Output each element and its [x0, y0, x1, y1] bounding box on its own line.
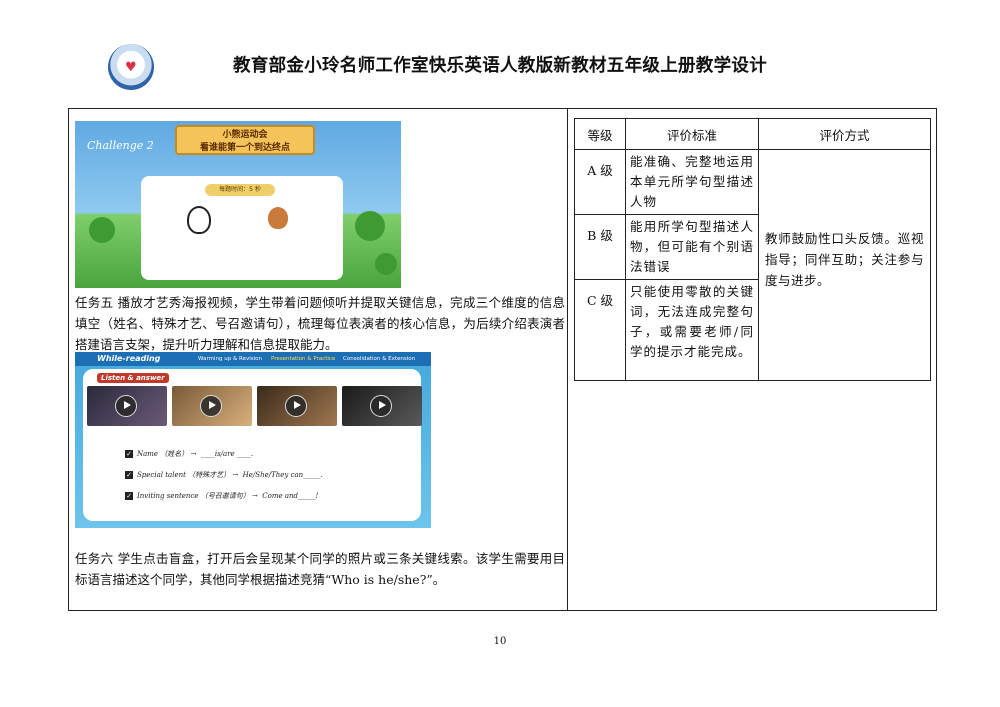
level-cell: C 级: [574, 279, 626, 381]
play-icon[interactable]: [115, 395, 137, 417]
document-title: 教育部金小玲名师工作室快乐英语人教版新教材五年级上册教学设计: [233, 56, 767, 76]
section-label: Listen & answer: [97, 373, 169, 383]
slide-bear-sports-meet: Challenge 2 小熊运动会 看谁能第一个到达终点 每题时间：5 秒: [75, 121, 401, 288]
play-icon[interactable]: [370, 395, 392, 417]
nav-item-active: Presentation & Practice: [271, 356, 336, 362]
checkbox-icon: ✓: [125, 450, 133, 458]
method-cell: 教师鼓励性口头反馈。巡视指导；同伴互助；关注参与度与进步。: [758, 149, 931, 381]
page-number: 10: [493, 636, 507, 647]
checkbox-icon: ✓: [125, 492, 133, 500]
game-banner: 小熊运动会 看谁能第一个到达终点: [175, 125, 315, 155]
video-thumbnail[interactable]: [87, 386, 167, 426]
evaluation-table: 等级 评价标准 评价方式 A 级 能准确、完整地运用本单元所学句型描述人物 教师…: [574, 118, 931, 381]
nav-title: While-reading: [97, 354, 161, 363]
nav-item: Warming up & Revision: [198, 356, 262, 362]
timer-badge: 每题时间：5 秒: [205, 184, 275, 196]
video-thumbnail[interactable]: [342, 386, 422, 426]
race-panel: 每题时间：5 秒: [141, 176, 343, 280]
page-header: ♥ 教育部金小玲名师工作室快乐英语人教版新教材五年级上册教学设计: [0, 0, 1000, 100]
fill-line-text: Inviting sentence （号召邀请句） → Come and____…: [137, 492, 319, 500]
studio-logo: ♥: [108, 44, 154, 90]
panda-icon: [187, 206, 211, 234]
column-divider: [567, 108, 568, 611]
fill-line: ✓ Name （姓名） → ____is/are ____.: [125, 449, 253, 459]
criteria-cell: 能准确、完整地运用本单元所学句型描述人物: [625, 149, 759, 215]
bear-icon: [268, 207, 288, 229]
nav-item: Consolidation & Extension: [343, 356, 416, 362]
criteria-cell: 只能使用零散的关键词，无法连成完整句子，或需要老师/同学的提示才能完成。: [625, 279, 759, 381]
fill-line: ✓ Inviting sentence （号召邀请句） → Come and___…: [125, 491, 318, 501]
level-cell: A 级: [574, 149, 626, 215]
slide-nav-bar: While-reading Warming up & Revision Pres…: [75, 352, 431, 366]
fill-line-text: Special talent （特殊才艺） → He/She/They can_…: [137, 471, 323, 479]
task-5-text: 任务五 播放才艺秀海报视频，学生带着问题倾听并提取关键信息，完成三个维度的信息填…: [75, 295, 565, 352]
header-method: 评价方式: [758, 118, 931, 150]
checkbox-icon: ✓: [125, 471, 133, 479]
slide-while-reading: While-reading Warming up & Revision Pres…: [75, 352, 431, 528]
video-thumbnail[interactable]: [257, 386, 337, 426]
tree-icon: [89, 217, 115, 243]
task-6-text: 任务六 学生点击盲盒，打开后会呈现某个同学的照片或三条关键线索。该学生需要用目标…: [75, 551, 565, 587]
fill-line: ✓ Special talent （特殊才艺） → He/She/They can…: [125, 470, 323, 480]
header-level: 等级: [574, 118, 626, 150]
listen-card: Listen & answer ✓ Name （姓名） → ____is/are …: [83, 369, 422, 521]
tree-icon: [375, 253, 397, 275]
table-row: A 级 能准确、完整地运用本单元所学句型描述人物 教师鼓励性口头反馈。巡视指导；…: [574, 149, 931, 381]
criteria-cell: 能用所学句型描述人物，但可能有个别语法错误: [625, 214, 759, 280]
play-icon[interactable]: [200, 395, 222, 417]
heart-icon: ♥: [125, 60, 137, 75]
table-header-row: 等级 评价标准 评价方式: [574, 118, 931, 150]
fill-line-text: Name （姓名） → ____is/are ____.: [137, 450, 254, 458]
banner-line-2: 看谁能第一个到达终点: [199, 143, 290, 153]
video-thumbnail[interactable]: [172, 386, 252, 426]
challenge-label: Challenge 2: [87, 139, 154, 152]
level-cell: B 级: [574, 214, 626, 280]
header-criteria: 评价标准: [625, 118, 759, 150]
play-icon[interactable]: [285, 395, 307, 417]
tree-icon: [355, 211, 385, 241]
banner-line-1: 小熊运动会: [222, 130, 268, 140]
